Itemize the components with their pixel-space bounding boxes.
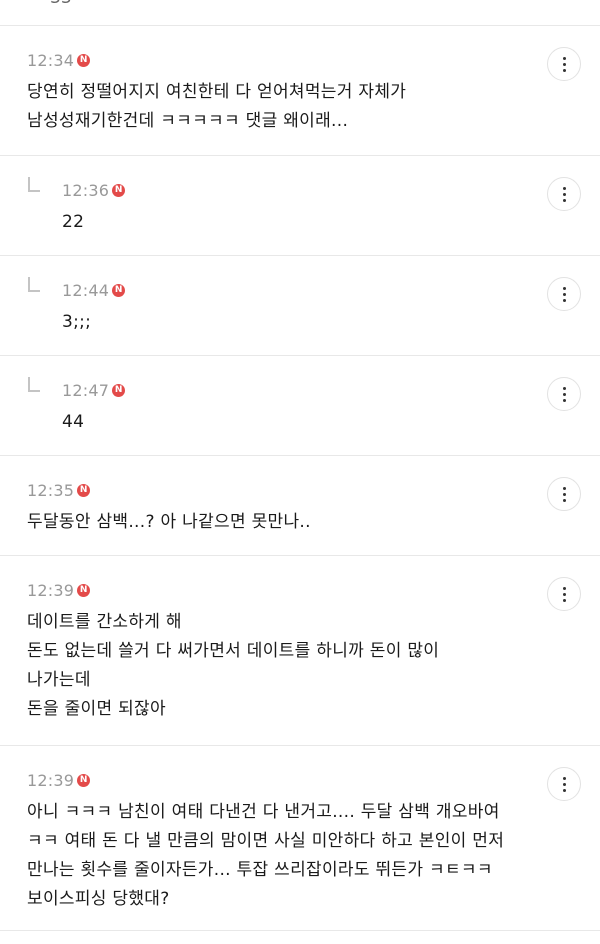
reply-arrow-icon [28, 277, 40, 292]
more-vertical-icon [562, 776, 566, 792]
new-badge-icon: N [112, 284, 126, 297]
new-badge-icon: N [112, 184, 126, 197]
comment-time: 12:39 [27, 581, 75, 600]
comment-meta: 12:34 N [27, 51, 91, 70]
more-options-button[interactable] [547, 47, 581, 81]
comment-meta: 12:35 N [27, 481, 91, 500]
comment-time: 12:34 [27, 51, 75, 70]
more-vertical-icon [562, 286, 566, 302]
reply-comment: 12:47 N 44 [0, 355, 600, 455]
comment: 12:34 N 당연히 정떨어지지 여친한테 다 얻어쳐먹는거 자체가 남성성재기한… [0, 25, 600, 155]
comment-text: 당연히 정떨어지지 여친한테 다 얻어쳐먹는거 자체가 남성성재기한건데 ㅋㅋㅋ… [27, 82, 407, 131]
comment-meta: 12:47 N [62, 381, 126, 400]
comment-text: 아니 ㅋㅋㅋ 남친이 여태 다낸건 다 낸거고.... 두달 삼백 개오바여 ㅋ… [27, 802, 505, 909]
new-badge-icon: N [77, 584, 91, 597]
comment-time: 12:39 [27, 771, 75, 790]
comment-text: 데이트를 간소하게 해 돈도 없는데 쓸거 다 써가면서 데이트를 하니까 돈이… [27, 612, 440, 719]
comment-text: 3;;; [62, 312, 92, 332]
comment-list: 33 12:34N당연히 정떨어지지 여친한테 다 얻어쳐먹는거 자체가 남성성… [0, 0, 600, 944]
more-options-button[interactable] [547, 767, 581, 801]
comment-meta: 12:36 N [62, 181, 126, 200]
more-vertical-icon [562, 186, 566, 202]
comment-time: 12:44 [62, 281, 110, 300]
reply-comment: 12:44 N 3;;; [0, 255, 600, 355]
new-badge-icon: N [77, 774, 91, 787]
reply-arrow-icon [28, 377, 40, 392]
comment-time: 12:36 [62, 181, 110, 200]
more-options-button[interactable] [547, 177, 581, 211]
previous-comment-fragment: 33 [50, 0, 72, 8]
more-vertical-icon [562, 56, 566, 72]
comment-text: 22 [62, 212, 85, 232]
comment-meta: 12:39 N [27, 581, 91, 600]
new-badge-icon: N [77, 484, 91, 497]
more-options-button[interactable] [547, 277, 581, 311]
comment-text: 두달동안 삼백...? 아 나같으면 못만나.. [27, 512, 311, 532]
more-vertical-icon [562, 386, 566, 402]
comment-time: 12:35 [27, 481, 75, 500]
more-options-button[interactable] [547, 377, 581, 411]
comment-divider [0, 930, 600, 931]
reply-comment: 12:36 N 22 [0, 155, 600, 255]
comment: 12:35 N 두달동안 삼백...? 아 나같으면 못만나.. [0, 455, 600, 555]
more-options-button[interactable] [547, 477, 581, 511]
reply-arrow-icon [28, 177, 40, 192]
more-options-button[interactable] [547, 577, 581, 611]
new-badge-icon: N [77, 54, 91, 67]
comment-time: 12:47 [62, 381, 110, 400]
new-badge-icon: N [112, 384, 126, 397]
comment: 12:39 N 아니 ㅋㅋㅋ 남친이 여태 다낸건 다 낸거고.... 두달 삼백 … [0, 745, 600, 930]
comment-meta: 12:39 N [27, 771, 91, 790]
comment-meta: 12:44 N [62, 281, 126, 300]
more-vertical-icon [562, 486, 566, 502]
more-vertical-icon [562, 586, 566, 602]
comment-text: 44 [62, 412, 85, 432]
comment: 12:39 N 데이트를 간소하게 해 돈도 없는데 쓸거 다 써가면서 데이트를 … [0, 555, 600, 745]
